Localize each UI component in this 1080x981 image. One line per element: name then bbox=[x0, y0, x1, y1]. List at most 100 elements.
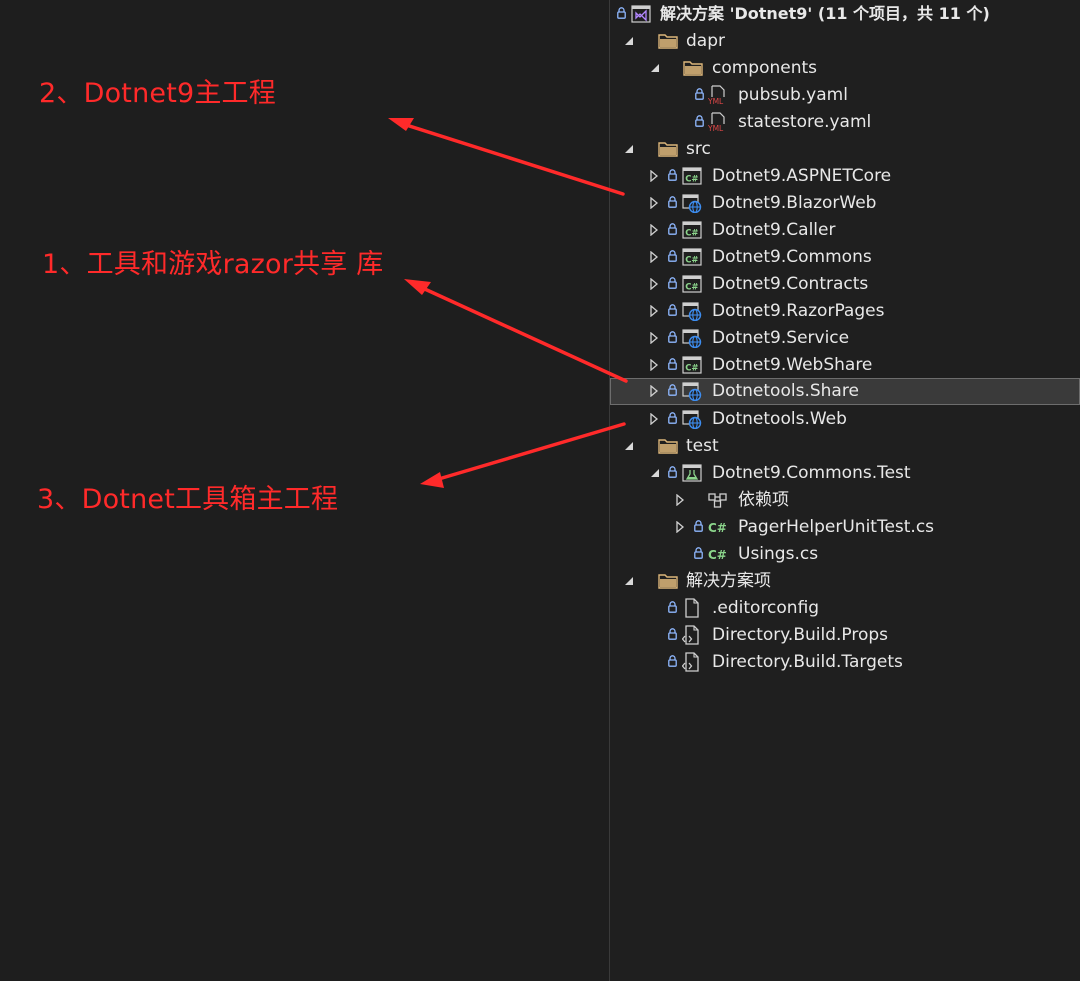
expand-arrow-icon[interactable] bbox=[648, 251, 660, 263]
lock-icon bbox=[694, 520, 703, 532]
collapse-arrow-icon[interactable] bbox=[623, 35, 635, 47]
expand-arrow-icon[interactable] bbox=[648, 197, 660, 209]
dependencies-icon bbox=[708, 490, 728, 510]
lock-icon bbox=[668, 304, 677, 316]
tree-item-dotnetools-web[interactable]: Dotnetools.Web bbox=[610, 406, 1080, 432]
expand-arrow-icon[interactable] bbox=[648, 385, 660, 397]
lock-icon bbox=[668, 196, 677, 208]
tree-item-label: statestore.yaml bbox=[738, 112, 872, 132]
tree-item-label: Usings.cs bbox=[738, 544, 819, 564]
tree-item-label: Dotnet9.Contracts bbox=[712, 274, 869, 294]
tree-item-label: Dotnet9.Service bbox=[712, 328, 850, 348]
tree-item-test[interactable]: test bbox=[610, 433, 1080, 459]
lock-icon bbox=[668, 358, 677, 370]
collapse-arrow-icon[interactable] bbox=[623, 143, 635, 155]
solution-root-row[interactable]: 解决方案 'Dotnet9' (11 个项目，共 11 个) bbox=[610, 1, 1080, 27]
expand-arrow-icon[interactable] bbox=[674, 494, 686, 506]
web-project-icon bbox=[682, 328, 702, 348]
file-icon bbox=[682, 598, 702, 618]
folder-icon bbox=[658, 571, 678, 591]
tree-item-components[interactable]: components bbox=[610, 55, 1080, 81]
expand-arrow-icon[interactable] bbox=[648, 170, 660, 182]
csharp-file-icon bbox=[708, 517, 728, 537]
tree-item-label: Dotnetools.Share bbox=[712, 381, 859, 401]
tree-item-dotnet9-service[interactable]: Dotnet9.Service bbox=[610, 325, 1080, 351]
expand-arrow-icon[interactable] bbox=[648, 278, 660, 290]
tree-item-label: test bbox=[686, 436, 719, 456]
tree-item-dapr[interactable]: dapr bbox=[610, 28, 1080, 54]
web-project-icon bbox=[682, 301, 702, 321]
tree-item-dotnet9-blazorweb[interactable]: Dotnet9.BlazorWeb bbox=[610, 190, 1080, 216]
tree-item-src[interactable]: src bbox=[610, 136, 1080, 162]
lock-icon bbox=[668, 466, 677, 478]
expand-arrow-icon[interactable] bbox=[674, 521, 686, 533]
tree-item-dotnet9-commons[interactable]: Dotnet9.Commons bbox=[610, 244, 1080, 270]
lock-icon bbox=[668, 331, 677, 343]
tree-item-label: Dotnet9.ASPNETCore bbox=[712, 166, 892, 186]
tree-item-dotnet9-aspnetcore[interactable]: Dotnet9.ASPNETCore bbox=[610, 163, 1080, 189]
expand-arrow-icon[interactable] bbox=[648, 359, 660, 371]
collapse-arrow-icon[interactable] bbox=[649, 62, 661, 74]
tree-item-pubsub-yaml[interactable]: pubsub.yaml bbox=[610, 82, 1080, 108]
tree-item-directory-build-targets[interactable]: Directory.Build.Targets bbox=[610, 649, 1080, 675]
tree-item-label: Dotnet9.Commons.Test bbox=[712, 463, 911, 483]
tree-item-dotnet9-commons-test[interactable]: Dotnet9.Commons.Test bbox=[610, 460, 1080, 486]
lock-icon bbox=[668, 628, 677, 640]
folder-icon bbox=[658, 139, 678, 159]
collapse-arrow-icon[interactable] bbox=[623, 440, 635, 452]
expand-arrow-icon[interactable] bbox=[648, 413, 660, 425]
tree-item-solution-items[interactable]: 解决方案项 bbox=[610, 568, 1080, 594]
annotation-dotnetools-main-project: 3、Dotnet工具箱主工程 bbox=[37, 484, 339, 515]
tree-item-editorconfig[interactable]: .editorconfig bbox=[610, 595, 1080, 621]
folder-icon bbox=[658, 31, 678, 51]
tree-item-label: Dotnetools.Web bbox=[712, 409, 847, 429]
tree-item-label: components bbox=[712, 58, 818, 78]
tree-item-pagerhelperunittest-cs[interactable]: PagerHelperUnitTest.cs bbox=[610, 514, 1080, 540]
build-file-icon bbox=[682, 625, 702, 645]
collapse-arrow-icon[interactable] bbox=[623, 575, 635, 587]
tree-item-dotnet9-caller[interactable]: Dotnet9.Caller bbox=[610, 217, 1080, 243]
build-file-icon bbox=[682, 652, 702, 672]
expand-arrow-icon[interactable] bbox=[648, 305, 660, 317]
tree-item-label: 解决方案项 bbox=[686, 571, 771, 591]
lock-icon bbox=[668, 655, 677, 667]
annotation-razor-shared-library: 1、工具和游戏razor共享 库 bbox=[42, 249, 384, 280]
tree-item-label: Dotnet9.WebShare bbox=[712, 355, 873, 375]
expand-arrow-icon[interactable] bbox=[648, 332, 660, 344]
yaml-file-icon bbox=[708, 85, 728, 105]
annotation-dotnet9-main-project: 2、Dotnet9主工程 bbox=[39, 78, 276, 109]
lock-icon bbox=[694, 547, 703, 559]
tree-item-dotnet9-contracts[interactable]: Dotnet9.Contracts bbox=[610, 271, 1080, 297]
lock-icon bbox=[668, 384, 677, 396]
lock-icon bbox=[668, 601, 677, 613]
tree-item-label: Directory.Build.Props bbox=[712, 625, 889, 645]
tree-item-label: PagerHelperUnitTest.cs bbox=[738, 517, 935, 537]
csharp-project-icon bbox=[682, 166, 702, 186]
tree-item-label: dapr bbox=[686, 31, 725, 51]
tree-item-label: src bbox=[686, 139, 711, 159]
tree-item-usings-cs[interactable]: Usings.cs bbox=[610, 541, 1080, 567]
tree-item-label: Dotnet9.Caller bbox=[712, 220, 836, 240]
folder-icon bbox=[658, 436, 678, 456]
lock-icon bbox=[695, 88, 704, 100]
tree-item-dotnetools-share[interactable]: Dotnetools.Share bbox=[610, 378, 1080, 405]
tree-item-statestore-yaml[interactable]: statestore.yaml bbox=[610, 109, 1080, 135]
csharp-file-icon bbox=[708, 544, 728, 564]
tree-item-label: Dotnet9.Commons bbox=[712, 247, 872, 267]
csharp-project-icon bbox=[682, 274, 702, 294]
tree-item-label: Directory.Build.Targets bbox=[712, 652, 903, 672]
tree-item-dotnet9-webshare[interactable]: Dotnet9.WebShare bbox=[610, 352, 1080, 378]
expand-arrow-icon[interactable] bbox=[648, 224, 660, 236]
solution-explorer: 解决方案 'Dotnet9' (11 个项目，共 11 个) dapr comp… bbox=[610, 0, 1080, 981]
collapse-arrow-icon[interactable] bbox=[649, 467, 661, 479]
lock-icon bbox=[617, 7, 626, 19]
tree-item-dotnet9-razorpages[interactable]: Dotnet9.RazorPages bbox=[610, 298, 1080, 324]
yaml-file-icon bbox=[708, 112, 728, 132]
solution-title: 解决方案 'Dotnet9' (11 个项目，共 11 个) bbox=[660, 4, 990, 23]
test-project-icon bbox=[682, 463, 702, 483]
tree-item-dependencies[interactable]: 依赖项 bbox=[610, 487, 1080, 513]
tree-item-directory-build-props[interactable]: Directory.Build.Props bbox=[610, 622, 1080, 648]
lock-icon bbox=[668, 277, 677, 289]
tree-item-label: pubsub.yaml bbox=[738, 85, 848, 105]
lock-icon bbox=[668, 223, 677, 235]
